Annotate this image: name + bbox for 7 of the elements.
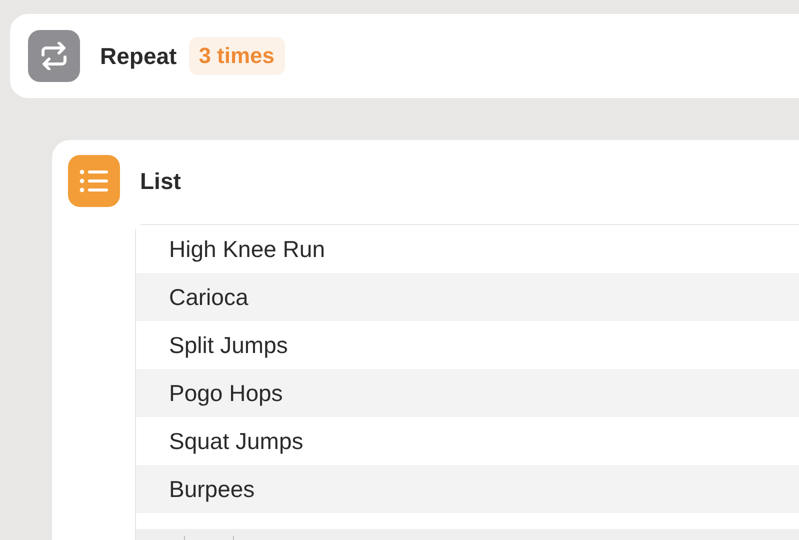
list-item[interactable]: Pogo Hops <box>136 369 799 417</box>
action-title: Repeat <box>100 42 177 70</box>
list-item[interactable]: Carioca <box>136 273 799 321</box>
repeat-icon <box>28 30 80 82</box>
list-item[interactable]: Burpees <box>136 465 799 513</box>
action-title: List <box>140 168 181 194</box>
list-icon <box>68 155 120 207</box>
